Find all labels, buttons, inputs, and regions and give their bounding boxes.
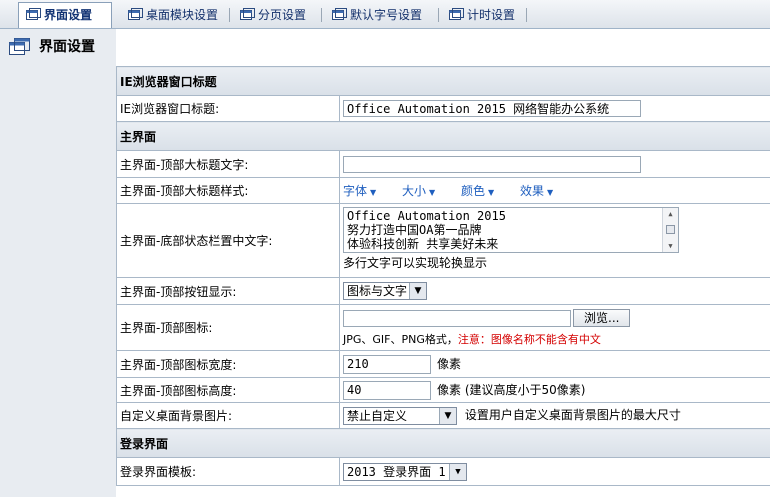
top-title-input[interactable] — [343, 155, 641, 173]
custom-bg-hint: 设置用户自定义桌面背景图片的最大尺寸 — [464, 408, 681, 423]
field-label: 主界面-顶部图标: — [116, 304, 340, 351]
file-name-warning: 注意：图像名称不能含有中文 — [457, 333, 601, 346]
login-template-select[interactable]: 2013 登录界面 1 ▼ — [343, 462, 467, 481]
tab-label: 计时设置 — [467, 8, 516, 22]
section-ie-title: IE浏览器窗口标题 — [115, 66, 770, 96]
bottom-status-textarea[interactable]: Office Automation 2015 努力打造中国OA第一品牌 体验科技… — [343, 207, 679, 253]
multiline-hint: 多行文字可以实现轮换显示 — [343, 256, 488, 270]
row-icon-height: 主界面-顶部图标高度: 像素 (建议高度小于50像素) — [116, 377, 770, 403]
row-custom-bg: 自定义桌面背景图片: 禁止自定义 ▼ 设置用户自定义桌面背景图片的最大尺寸 — [116, 402, 770, 429]
icon-height-input[interactable] — [343, 380, 431, 400]
field-label: 主界面-顶部大标题样式: — [116, 177, 340, 204]
tab-label: 桌面模块设置 — [146, 8, 219, 22]
chevron-down-icon: ▼ — [488, 188, 495, 197]
section-header: 主界面 — [115, 121, 770, 151]
tab-bar: 界面设置 桌面模块设置 分页设置 默认字号设置 计时设置 — [0, 0, 770, 29]
tab-label: 分页设置 — [258, 8, 307, 22]
textarea-line: Office Automation 2015 — [347, 209, 506, 223]
row-top-button: 主界面-顶部按钮显示: 图标与文字 ▼ — [116, 277, 770, 305]
page-title: 界面设置 — [39, 39, 95, 55]
field-label: IE浏览器窗口标题: — [116, 95, 340, 122]
file-format-hint: JPG、GIF、PNG格式， — [343, 333, 458, 346]
color-dropdown[interactable]: 颜色 ▼ — [461, 184, 494, 198]
select-value: 2013 登录界面 1 — [347, 464, 446, 479]
font-dropdown-label: 字体 — [343, 184, 368, 198]
field-label: 登录界面模板: — [116, 457, 340, 486]
custom-bg-select[interactable]: 禁止自定义 ▼ — [343, 406, 457, 425]
textarea-line: 体验科技创新 共享美好未来 — [347, 237, 499, 251]
field-label: 主界面-顶部图标宽度: — [116, 350, 340, 378]
section-login: 登录界面 — [115, 428, 770, 458]
scroll-up-icon[interactable]: ▲ — [663, 208, 678, 220]
unit-label: 像素 — [437, 356, 462, 371]
tab-default-font-size-settings[interactable]: 默认字号设置 — [325, 3, 422, 27]
section-main: 主界面 — [115, 121, 770, 151]
icon-file-input[interactable] — [343, 309, 571, 327]
row-top-title-style: 主界面-顶部大标题样式: 字体 ▼ 大小 ▼ 颜色 ▼ 效果 ▼ — [116, 177, 770, 204]
settings-table: IE浏览器窗口标题 IE浏览器窗口标题: 主界面 主界面-顶部大标题文字: 主界… — [115, 66, 770, 486]
select-value: 禁止自定义 — [347, 408, 408, 423]
chevron-down-icon: ▼ — [439, 407, 456, 424]
row-ie-title: IE浏览器窗口标题: — [116, 95, 770, 122]
window-icon — [332, 8, 347, 21]
chevron-down-icon: ▼ — [429, 188, 436, 197]
tab-interface-settings[interactable]: 界面设置 — [18, 2, 112, 28]
chevron-down-icon: ▼ — [547, 188, 554, 197]
section-header: IE浏览器窗口标题 — [115, 66, 770, 96]
size-dropdown-label: 大小 — [402, 184, 427, 198]
chevron-down-icon: ▼ — [370, 188, 377, 197]
chevron-down-icon: ▼ — [449, 463, 466, 480]
effect-dropdown[interactable]: 效果 ▼ — [520, 184, 553, 198]
select-value: 图标与文字 — [347, 284, 408, 298]
window-icon — [240, 8, 255, 21]
tab-separator — [321, 8, 322, 22]
textarea-line: 努力打造中国OA第一品牌 — [347, 223, 482, 237]
window-icon — [8, 37, 32, 57]
row-top-title-text: 主界面-顶部大标题文字: — [116, 150, 770, 178]
window-icon — [449, 8, 464, 21]
tab-label: 界面设置 — [44, 8, 93, 22]
section-header: 登录界面 — [115, 428, 770, 458]
unit-label: 像素 (建议高度小于50像素) — [437, 382, 586, 397]
tab-separator — [526, 8, 527, 22]
browse-button[interactable]: 浏览... — [573, 309, 631, 327]
tab-separator — [438, 8, 439, 22]
scroll-down-icon[interactable]: ▼ — [663, 240, 678, 252]
icon-width-input[interactable] — [343, 354, 431, 374]
color-dropdown-label: 颜色 — [461, 184, 486, 198]
tab-paging-settings[interactable]: 分页设置 — [233, 3, 306, 27]
field-label: 主界面-底部状态栏置中文字: — [116, 203, 340, 278]
effect-dropdown-label: 效果 — [520, 184, 545, 198]
chevron-down-icon: ▼ — [409, 283, 426, 299]
row-top-icon: 主界面-顶部图标: 浏览... JPG、GIF、PNG格式，注意：图像名称不能含… — [116, 304, 770, 351]
window-icon — [26, 8, 41, 21]
top-button-select[interactable]: 图标与文字 ▼ — [343, 282, 427, 300]
size-dropdown[interactable]: 大小 ▼ — [402, 184, 435, 198]
vertical-scrollbar[interactable]: ▲ ▼ — [662, 208, 678, 252]
field-label: 主界面-顶部图标高度: — [116, 377, 340, 403]
field-label: 主界面-顶部按钮显示: — [116, 277, 340, 305]
tab-desktop-module-settings[interactable]: 桌面模块设置 — [121, 3, 218, 27]
row-login-template: 登录界面模板: 2013 登录界面 1 ▼ — [116, 457, 770, 486]
tab-label: 默认字号设置 — [350, 8, 423, 22]
row-bottom-status: 主界面-底部状态栏置中文字: Office Automation 2015 努力… — [116, 203, 770, 278]
tab-separator — [229, 8, 230, 22]
field-label: 主界面-顶部大标题文字: — [116, 150, 340, 178]
font-dropdown[interactable]: 字体 ▼ — [343, 184, 376, 198]
row-icon-width: 主界面-顶部图标宽度: 像素 — [116, 350, 770, 378]
tab-timer-settings[interactable]: 计时设置 — [442, 3, 515, 27]
field-label: 自定义桌面背景图片: — [116, 402, 340, 429]
window-icon — [128, 8, 143, 21]
left-panel — [0, 29, 116, 497]
ie-title-input[interactable] — [343, 100, 641, 117]
scroll-thumb[interactable] — [666, 225, 675, 234]
